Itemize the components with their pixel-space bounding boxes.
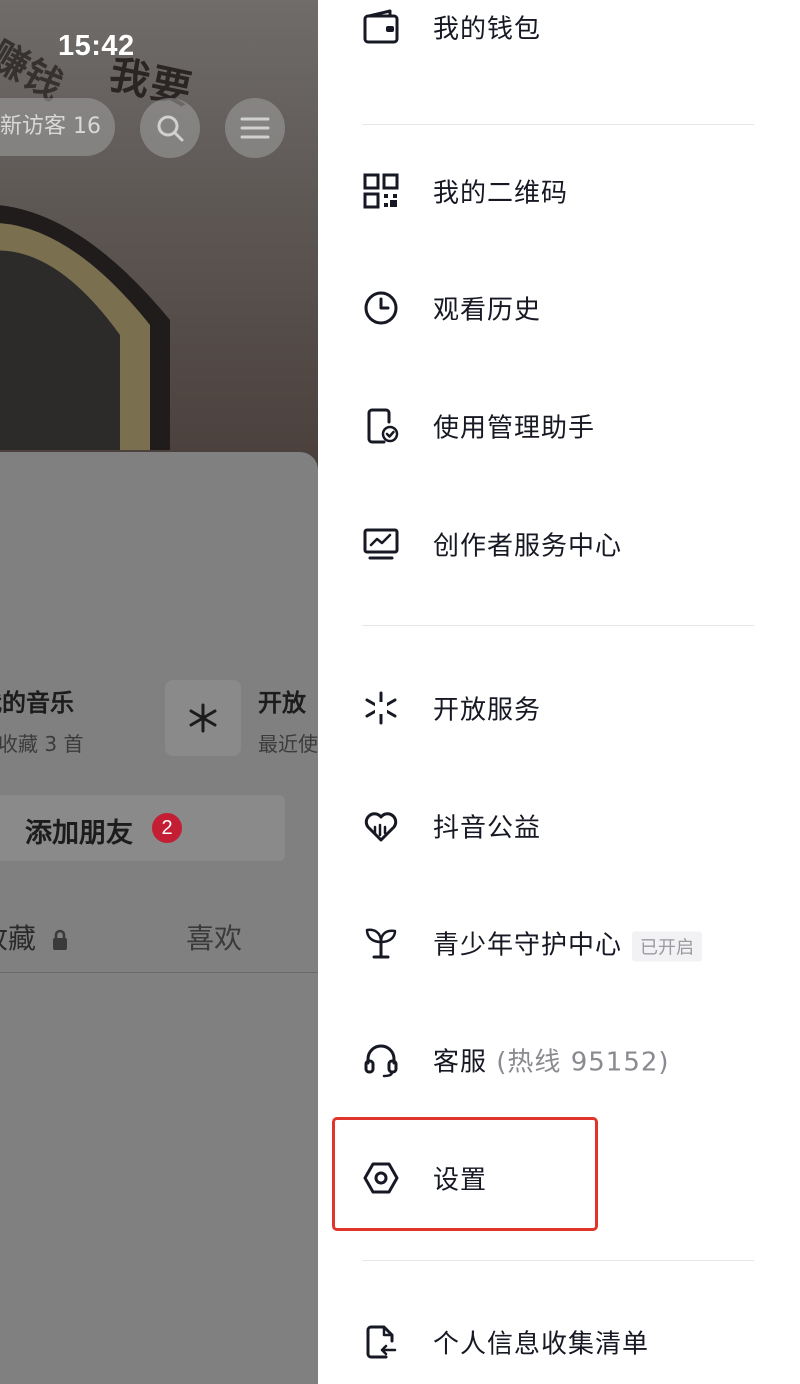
headset-icon	[364, 1044, 398, 1078]
new-visitors-pill[interactable]: 新访客 16	[0, 98, 115, 156]
menu-label-customer-service: 客服 (热线 95152)	[433, 1042, 670, 1079]
add-friend-badge: 2	[152, 813, 182, 843]
settings-highlight-box	[332, 1117, 598, 1231]
open-service-tile[interactable]	[165, 680, 241, 756]
menu-item-open-service[interactable]: 开放服务	[318, 663, 800, 753]
menu-separator	[362, 625, 754, 626]
profile-cover: 赚钱 我要	[0, 0, 318, 470]
cover-illustration	[0, 205, 170, 450]
wallet-icon	[363, 9, 399, 44]
phone-check-icon	[367, 408, 399, 444]
menu-button[interactable]	[225, 98, 285, 158]
menu-item-wallet[interactable]: 我的钱包	[318, 0, 800, 72]
menu-item-usage-assistant[interactable]: 使用管理助手	[318, 381, 800, 471]
search-button[interactable]	[140, 98, 200, 158]
customer-service-text: 客服	[433, 1047, 488, 1078]
tab-likes[interactable]: 喜欢	[186, 917, 242, 957]
menu-label-open-service: 开放服务	[433, 695, 542, 726]
music-title: 我的音乐	[0, 689, 74, 717]
qr-code-icon	[363, 173, 399, 209]
hamburger-icon	[240, 117, 270, 139]
add-friend-button[interactable]: 添加朋友 2	[0, 795, 285, 861]
menu-separator	[362, 124, 754, 125]
menu-item-youth-protection[interactable]: 青少年守护中心 已开启	[318, 898, 800, 988]
menu-label-youth-protection: 青少年守护中心 已开启	[433, 925, 703, 962]
menu-label-qr-code: 我的二维码	[433, 178, 569, 209]
creator-monitor-icon	[363, 528, 399, 560]
tab-divider	[0, 972, 318, 973]
open-service-icon	[189, 703, 217, 733]
clock-icon	[364, 291, 398, 325]
open-service-icon	[365, 691, 397, 725]
charity-heart-icon	[364, 812, 398, 842]
tab-favorites[interactable]: 收藏	[0, 917, 69, 957]
menu-item-customer-service[interactable]: 客服 (热线 95152)	[318, 1015, 800, 1105]
music-subtitle: 已收藏 3 首	[0, 732, 84, 756]
menu-item-watch-history[interactable]: 观看历史	[318, 263, 800, 353]
menu-item-creator-center[interactable]: 创作者服务中心	[318, 499, 800, 589]
status-time: 15:42	[58, 30, 135, 62]
side-drawer-menu: 我的钱包 我的二维码 观看历史 使用管理助手 创作者服务中心 开放服务 抖音公益…	[318, 0, 800, 1384]
document-arrow-icon	[366, 1325, 397, 1359]
status-badge: 已开启	[632, 931, 703, 961]
hotline-hint: (热线 95152)	[496, 1047, 670, 1078]
youth-protection-text: 青少年守护中心	[433, 930, 623, 961]
menu-label-watch-history: 观看历史	[433, 295, 542, 326]
menu-label-wallet: 我的钱包	[433, 14, 542, 45]
menu-label-charity: 抖音公益	[433, 813, 542, 844]
profile-page-dimmed[interactable]: 赚钱 我要 15:42 新访客 16 我的音乐 已收藏 3 首 开放 最近使 添…	[0, 0, 318, 1384]
menu-item-personal-info-list[interactable]: 个人信息收集清单	[318, 1297, 800, 1384]
lock-icon	[52, 929, 67, 950]
menu-item-charity[interactable]: 抖音公益	[318, 781, 800, 871]
menu-label-personal-info-list: 个人信息收集清单	[433, 1329, 650, 1360]
menu-label-usage-assistant: 使用管理助手	[433, 413, 596, 444]
add-friend-label: 添加朋友	[25, 818, 133, 849]
menu-item-qr-code[interactable]: 我的二维码	[318, 146, 800, 236]
sprout-icon	[365, 928, 397, 959]
open-title: 开放	[258, 689, 306, 717]
search-icon	[157, 115, 184, 142]
menu-separator	[362, 1260, 754, 1261]
menu-label-creator-center: 创作者服务中心	[433, 531, 623, 562]
tab-favorites-label: 收藏	[0, 922, 37, 955]
open-subtitle: 最近使	[258, 732, 318, 756]
